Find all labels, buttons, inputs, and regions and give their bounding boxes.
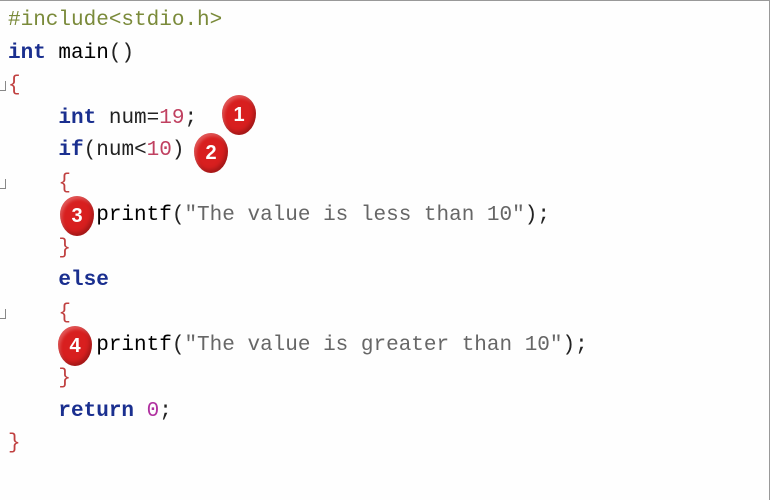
paren-token: ( [84,139,97,162]
code-line: #include<stdio.h> [8,5,769,38]
brace-token: } [58,367,71,390]
brace-token: } [58,237,71,260]
op-token: = [147,107,160,130]
code-line: else [8,265,769,298]
number-token: 19 [159,107,184,130]
code-line: printf("The value is greater than 10"); [8,330,769,363]
code-line: { [8,298,769,331]
semi-token: ; [537,204,550,227]
paren-token: ) [172,139,185,162]
brace-token: { [58,302,71,325]
keyword-token: int [58,107,96,130]
paren-token: ( [172,334,185,357]
string-token: "The value is less than 10" [184,204,524,227]
paren-token: ) [525,204,538,227]
semi-token: ; [184,107,197,130]
code-line: printf("The value is less than 10"); [8,200,769,233]
string-token: "The value is greater than 10" [184,334,562,357]
code-line: return 0; [8,396,769,429]
code-line: if(num<10) [8,135,769,168]
header-token: <stdio.h> [109,9,222,32]
preproc-token: #include [8,9,109,32]
semi-token: ; [575,334,588,357]
ident-token: num [109,107,147,130]
func-token: printf [96,204,172,227]
ident-token: num [96,139,134,162]
func-token: main [58,42,108,65]
paren-token: () [109,42,134,65]
code-editor[interactable]: #include<stdio.h> int main() { int num=1… [0,1,769,465]
keyword-token: int [8,42,46,65]
number-token: 0 [147,400,160,423]
brace-token: { [58,172,71,195]
code-line: } [8,428,769,461]
fold-tick-icon [0,309,6,319]
code-line: { [8,168,769,201]
func-token: printf [96,334,172,357]
keyword-token: if [58,139,83,162]
code-line: { [8,70,769,103]
paren-token: ) [563,334,576,357]
keyword-token: else [58,269,108,292]
brace-token: } [8,432,21,455]
op-token: < [134,139,147,162]
semi-token: ; [159,400,172,423]
code-line: int main() [8,38,769,71]
code-line: } [8,233,769,266]
code-line: } [8,363,769,396]
paren-token: ( [172,204,185,227]
fold-tick-icon [0,179,6,189]
number-token: 10 [147,139,172,162]
code-line: int num=19; [8,103,769,136]
keyword-token: return [58,400,134,423]
fold-tick-icon [0,81,6,91]
brace-token: { [8,74,21,97]
